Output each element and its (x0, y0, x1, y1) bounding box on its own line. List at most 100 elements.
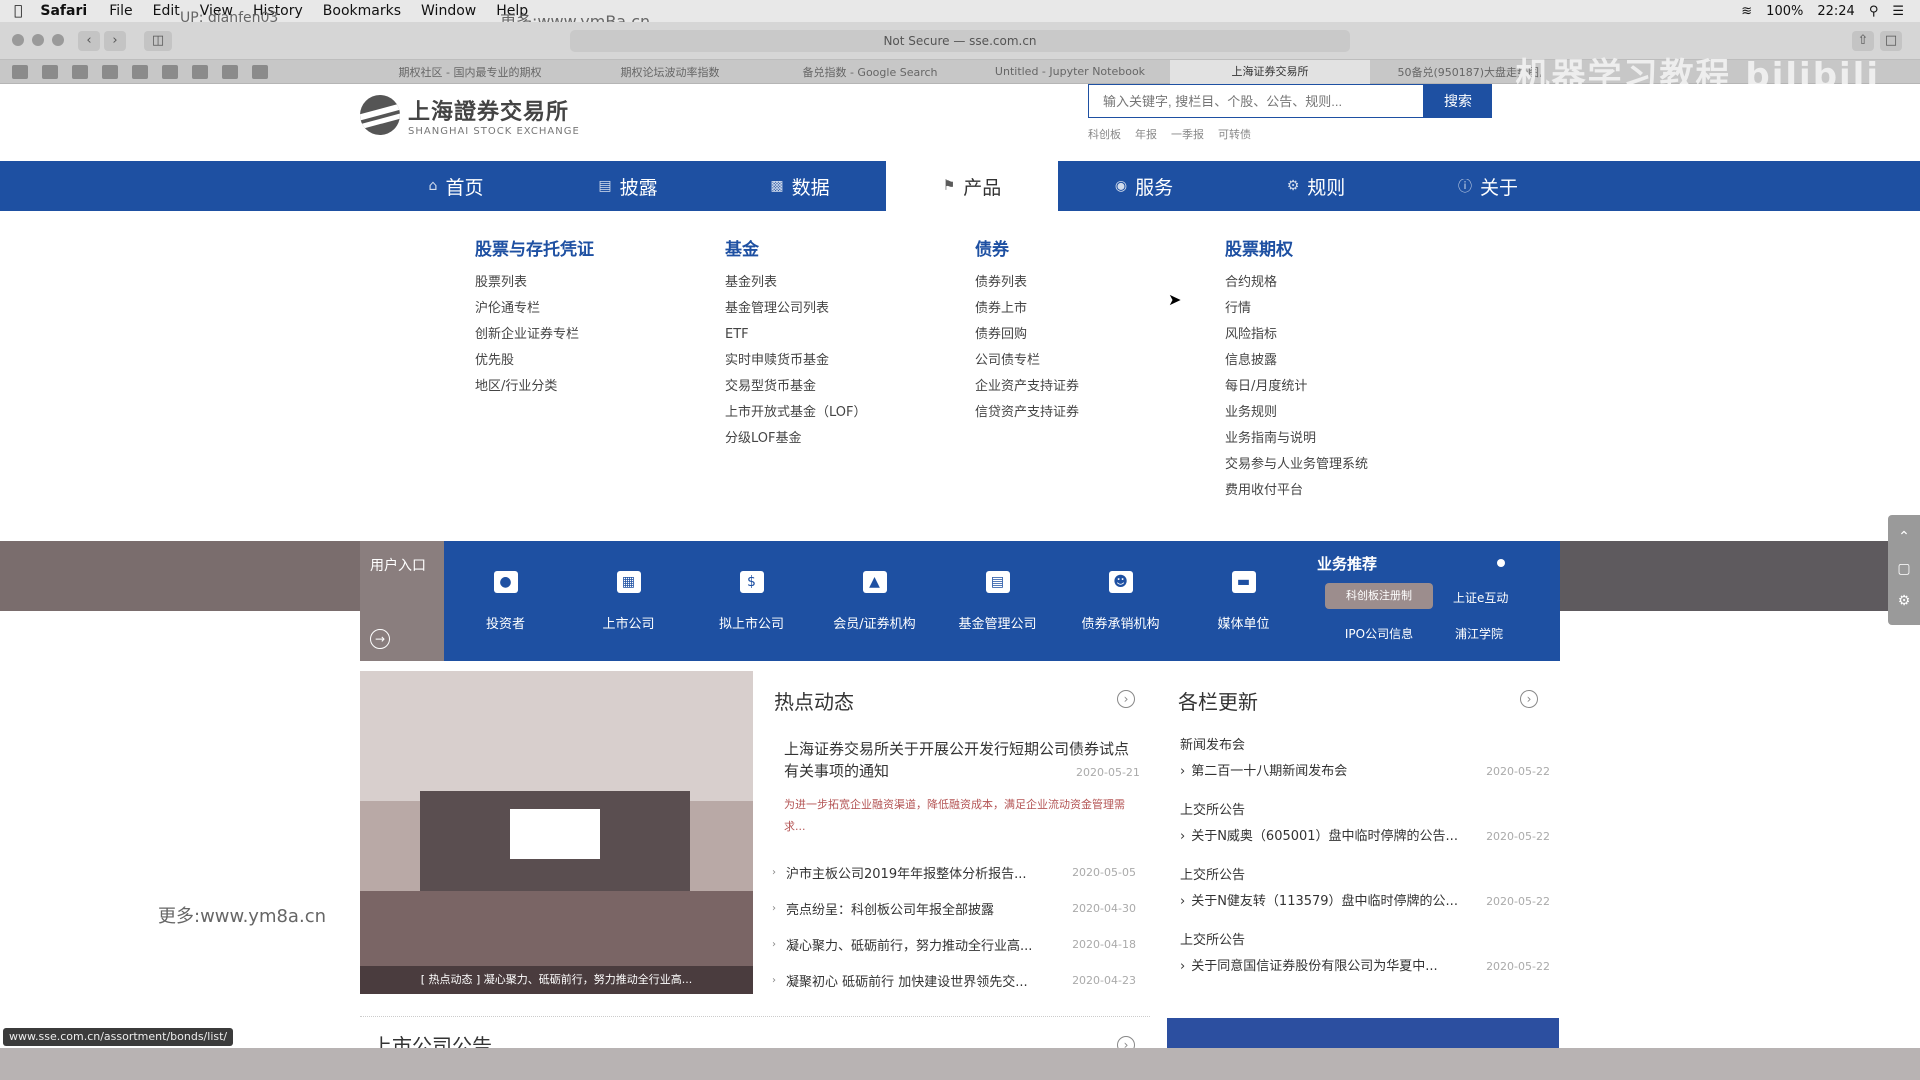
carousel-dot-icon[interactable] (1497, 559, 1505, 567)
clock[interactable]: 22:24 (1817, 4, 1854, 19)
nav-rules[interactable]: ⚙ 规则 (1230, 161, 1402, 211)
dropdown-item[interactable]: 费用收付平台 (1225, 478, 1368, 504)
dropdown-item[interactable]: 债券列表 (975, 270, 1079, 296)
menu-window[interactable]: Window (421, 3, 476, 19)
user-entry-ipo-company[interactable]: $ 拟上市公司 (690, 541, 813, 661)
nav-disclosure[interactable]: ▤ 披露 (542, 161, 714, 211)
dropdown-item[interactable]: ETF (725, 322, 867, 348)
update-category[interactable]: 上交所公告 (1180, 927, 1550, 955)
dropdown-item[interactable]: 合约规格 (1225, 270, 1368, 296)
dropdown-item[interactable]: 债券上市 (975, 296, 1079, 322)
apple-icon[interactable]:  (14, 3, 22, 19)
dropdown-item[interactable]: 创新企业证券专栏 (475, 322, 594, 348)
dropdown-item[interactable]: 地区/行业分类 (475, 374, 594, 400)
arrow-circle-icon[interactable]: → (370, 629, 390, 649)
recommend-pujiang-academy[interactable]: 浦江学院 (1455, 625, 1503, 642)
dropdown-item[interactable]: 每日/月度统计 (1225, 374, 1368, 400)
dropdown-item[interactable]: 公司债专栏 (975, 348, 1079, 374)
favorite-icon[interactable] (72, 64, 88, 79)
nav-products[interactable]: ⚑ 产品 (886, 161, 1058, 211)
update-item[interactable]: › 第二百一十八期新闻发布会 2020-05-22 (1180, 760, 1550, 784)
recommend-star-market[interactable]: 科创板注册制 (1325, 583, 1433, 609)
promo-banner[interactable] (1167, 1018, 1559, 1048)
user-entry-listed-company[interactable]: ▦ 上市公司 (567, 541, 690, 661)
dropdown-item[interactable]: 业务规则 (1225, 400, 1368, 426)
list-item[interactable]: › 凝聚初心 砥砺前行 加快建设世界领先交... 2020-04-23 (772, 962, 1136, 998)
dropdown-item[interactable]: 沪伦通专栏 (475, 296, 594, 322)
nav-home[interactable]: ⌂ 首页 (370, 161, 542, 211)
favorite-icon[interactable] (192, 64, 208, 79)
dropdown-item[interactable]: 股票列表 (475, 270, 594, 296)
hot-word[interactable]: 可转债 (1218, 126, 1251, 142)
back-icon[interactable]: ‹ (78, 31, 100, 51)
browser-tab[interactable]: 期权论坛波动率指数 (570, 64, 770, 80)
browser-tab-active[interactable]: 上海证券交易所 (1170, 59, 1370, 84)
favorite-icon[interactable] (102, 64, 118, 79)
more-arrow-icon[interactable]: › (1520, 690, 1538, 708)
dropdown-item[interactable]: 业务指南与说明 (1225, 426, 1368, 452)
dropdown-item[interactable]: 信贷资产支持证券 (975, 400, 1079, 426)
hot-word[interactable]: 年报 (1135, 126, 1157, 142)
search-button[interactable]: 搜索 (1424, 84, 1492, 118)
sse-logo[interactable]: 上海證券交易所 SHANGHAI STOCK EXCHANGE (360, 90, 580, 140)
browser-tab[interactable]: 备兑指数 - Google Search (770, 64, 970, 80)
user-entry-fund-manager[interactable]: ▤ 基金管理公司 (936, 541, 1059, 661)
close-window-icon[interactable] (12, 34, 24, 46)
wifi-icon[interactable]: ≋ (1741, 4, 1752, 19)
dropdown-item[interactable]: 上市开放式基金（LOF） (725, 400, 867, 426)
update-item[interactable]: › 关于N健友转（113579）盘中临时停牌的公... 2020-05-22 (1180, 890, 1550, 914)
nav-data[interactable]: ▩ 数据 (714, 161, 886, 211)
zoom-window-icon[interactable] (52, 34, 64, 46)
dropdown-heading[interactable]: 债券 (975, 235, 1079, 260)
user-entry-media[interactable]: ▬ 媒体单位 (1182, 541, 1305, 661)
battery-level[interactable]: 100% (1766, 4, 1803, 19)
nav-services[interactable]: ◉ 服务 (1058, 161, 1230, 211)
favorite-icon[interactable] (222, 64, 238, 79)
dropdown-item[interactable]: 风险指标 (1225, 322, 1368, 348)
list-item[interactable]: › 凝心聚力、砥砺前行，努力推动全行业高... 2020-04-18 (772, 926, 1136, 962)
update-item[interactable]: › 关于同意国信证券股份有限公司为华夏中... 2020-05-22 (1180, 955, 1550, 979)
user-entry-investor[interactable]: ● 投资者 (444, 541, 567, 661)
dropdown-item[interactable]: 信息披露 (1225, 348, 1368, 374)
browser-tab[interactable]: Untitled - Jupyter Notebook (970, 65, 1170, 78)
update-category[interactable]: 新闻发布会 (1180, 732, 1550, 760)
dropdown-item[interactable]: 债券回购 (975, 322, 1079, 348)
menu-edit[interactable]: Edit (153, 3, 180, 19)
forward-icon[interactable]: › (104, 31, 126, 51)
user-entry-bond-underwriter[interactable]: ☻ 债券承销机构 (1059, 541, 1182, 661)
favorite-icon[interactable] (162, 64, 178, 79)
side-float-buttons[interactable]: ⌃ ▢ ⚙ (1888, 515, 1920, 625)
dropdown-item[interactable]: 基金管理公司列表 (725, 296, 867, 322)
favorite-icon[interactable] (252, 64, 268, 79)
dropdown-item[interactable]: 交易参与人业务管理系统 (1225, 452, 1368, 478)
list-item[interactable]: › 亮点纷呈：科创板公司年报全部披露 2020-04-30 (772, 890, 1136, 926)
dropdown-item[interactable]: 企业资产支持证券 (975, 374, 1079, 400)
update-item[interactable]: › 关于N威奥（605001）盘中临时停牌的公告... 2020-05-22 (1180, 825, 1550, 849)
dropdown-item[interactable]: 优先股 (475, 348, 594, 374)
hot-news-photo[interactable]: [ 热点动态 ] 凝心聚力、砥砺前行，努力推动全行业高... (360, 671, 753, 994)
dropdown-item[interactable]: 行情 (1225, 296, 1368, 322)
favorite-icon[interactable] (12, 64, 28, 79)
dropdown-item[interactable]: 分级LOF基金 (725, 426, 867, 452)
dropdown-item[interactable]: 实时申赎货币基金 (725, 348, 867, 374)
recommend-ipo-info[interactable]: IPO公司信息 (1325, 625, 1433, 642)
dropdown-item[interactable]: 基金列表 (725, 270, 867, 296)
nav-about[interactable]: ⓘ 关于 (1402, 161, 1574, 211)
dropdown-item[interactable]: 交易型货币基金 (725, 374, 867, 400)
spotlight-icon[interactable]: ⚲ (1869, 4, 1879, 19)
dropdown-heading[interactable]: 股票与存托凭证 (475, 235, 594, 260)
minimize-window-icon[interactable] (32, 34, 44, 46)
more-arrow-icon[interactable]: › (1117, 690, 1135, 708)
update-category[interactable]: 上交所公告 (1180, 862, 1550, 890)
notification-icon[interactable]: ☰ (1892, 4, 1904, 19)
favorite-icon[interactable] (132, 64, 148, 79)
favorite-icon[interactable] (42, 64, 58, 79)
tabs-overview-icon[interactable]: □ (1880, 31, 1902, 51)
recommend-e-interaction[interactable]: 上证e互动 (1453, 589, 1508, 606)
menu-bookmarks[interactable]: Bookmarks (323, 3, 401, 19)
app-menu[interactable]: Safari (40, 3, 87, 19)
browser-tab[interactable]: 期权社区 - 国内最专业的期权 (370, 64, 570, 80)
menu-file[interactable]: File (109, 3, 132, 19)
hot-word[interactable]: 科创板 (1088, 126, 1121, 142)
user-entry-member[interactable]: ▲ 会员/证券机构 (813, 541, 936, 661)
